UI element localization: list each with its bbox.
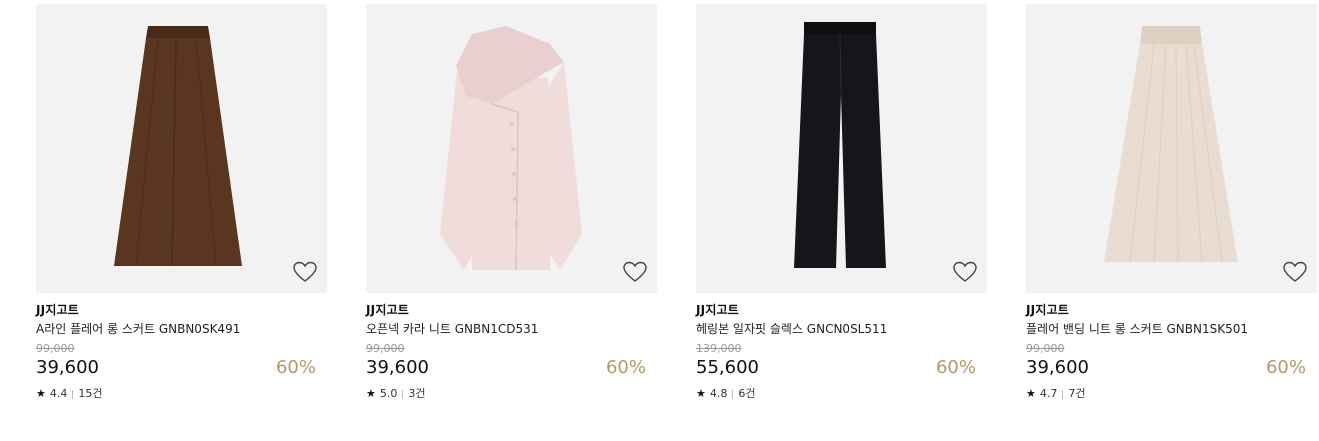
heart-outline-icon[interactable] <box>953 261 977 283</box>
heart-outline-icon[interactable] <box>623 261 647 283</box>
original-price: 99,000 <box>366 342 405 355</box>
product-name[interactable]: A라인 플레어 롱 스커트 GNBN0SK491 <box>36 321 327 337</box>
rating-row: ★ 4.4 15건 <box>36 387 327 401</box>
star-icon: ★ <box>1026 387 1036 400</box>
product-image[interactable] <box>36 4 327 293</box>
review-count: 3건 <box>408 387 426 400</box>
review-count: 6건 <box>738 387 756 400</box>
review-count: 15건 <box>78 387 103 400</box>
discount-rate: 60% <box>935 357 976 378</box>
sale-price: 39,600 <box>1026 357 1089 378</box>
heart-outline-icon[interactable] <box>293 261 317 283</box>
product-card[interactable]: JJ지고트 오픈넥 카라 니트 GNBN1CD531 99,000 39,600… <box>366 4 657 401</box>
divider <box>1062 389 1064 399</box>
star-icon: ★ <box>36 387 46 400</box>
product-card[interactable]: JJ지고트 플레어 밴딩 니트 롱 스커트 GNBN1SK501 99,000 … <box>1026 4 1317 401</box>
original-price: 99,000 <box>1026 342 1065 355</box>
rating-row: ★ 4.7 7건 <box>1026 387 1317 401</box>
sale-price: 39,600 <box>366 357 429 378</box>
rating-score: 5.0 <box>379 387 398 400</box>
product-card[interactable]: JJ지고트 헤링본 일자핏 슬렉스 GNCN0SL511 139,000 55,… <box>696 4 987 401</box>
brown-flare-skirt-image <box>114 26 242 267</box>
product-brand[interactable]: JJ지고트 <box>36 302 327 318</box>
product-grid: JJ지고트 A라인 플레어 롱 스커트 GNBN0SK491 99,000 39… <box>0 0 1319 441</box>
sale-price: 39,600 <box>36 357 99 378</box>
rating-row: ★ 5.0 3건 <box>366 387 657 401</box>
pink-collar-knit-image <box>440 26 582 271</box>
product-image[interactable] <box>366 4 657 293</box>
star-icon: ★ <box>696 387 706 400</box>
rating-row: ★ 4.8 6건 <box>696 387 987 401</box>
product-image[interactable] <box>696 4 987 293</box>
rating-score: 4.7 <box>1039 387 1058 400</box>
discount-rate: 60% <box>1265 357 1306 378</box>
heart-outline-icon[interactable] <box>1283 261 1307 283</box>
original-price: 139,000 <box>696 342 742 355</box>
divider <box>72 389 74 399</box>
star-icon: ★ <box>366 387 376 400</box>
product-brand[interactable]: JJ지고트 <box>696 302 987 318</box>
discount-rate: 60% <box>605 357 646 378</box>
discount-rate: 60% <box>275 357 316 378</box>
black-straight-slacks-image <box>794 22 886 268</box>
divider <box>402 389 404 399</box>
beige-knit-skirt-image <box>1104 26 1238 263</box>
product-name[interactable]: 헤링본 일자핏 슬렉스 GNCN0SL511 <box>696 321 987 337</box>
review-count: 7건 <box>1068 387 1086 400</box>
product-card[interactable]: JJ지고트 A라인 플레어 롱 스커트 GNBN0SK491 99,000 39… <box>36 4 327 401</box>
rating-score: 4.4 <box>49 387 68 400</box>
product-name[interactable]: 플레어 밴딩 니트 롱 스커트 GNBN1SK501 <box>1026 321 1317 337</box>
divider <box>732 389 734 399</box>
original-price: 99,000 <box>36 342 75 355</box>
sale-price: 55,600 <box>696 357 759 378</box>
product-name[interactable]: 오픈넥 카라 니트 GNBN1CD531 <box>366 321 657 337</box>
product-brand[interactable]: JJ지고트 <box>1026 302 1317 318</box>
rating-score: 4.8 <box>709 387 728 400</box>
product-image[interactable] <box>1026 4 1317 293</box>
product-brand[interactable]: JJ지고트 <box>366 302 657 318</box>
